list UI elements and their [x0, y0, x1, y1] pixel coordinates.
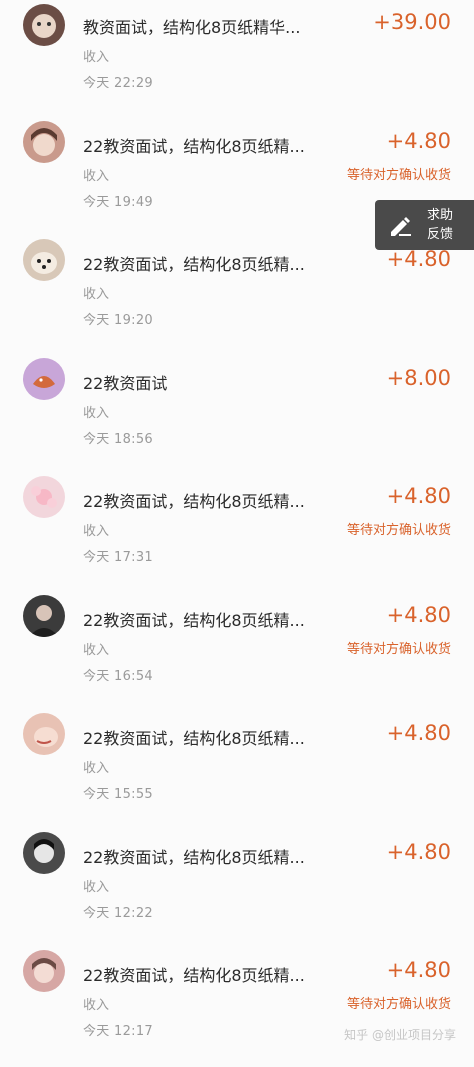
- help-feedback-line2: 反馈: [427, 227, 454, 242]
- avatar[interactable]: [23, 950, 65, 992]
- transaction-row[interactable]: 22教资面试，结构化8页纸精... 收入 今天 17:31 +4.80 等待对方…: [0, 474, 474, 593]
- avatar[interactable]: [23, 4, 65, 46]
- transaction-time: 今天 17:31: [83, 550, 153, 565]
- transaction-title: 22教资面试，结构化8页纸精...: [83, 255, 305, 274]
- transaction-row[interactable]: 教资面试，结构化8页纸精华... 收入 今天 22:29 +39.00: [0, 0, 474, 119]
- transaction-type: 收入: [83, 405, 110, 421]
- transaction-type: 收入: [83, 287, 110, 302]
- edit-pencil-icon: [387, 212, 415, 238]
- transaction-status: 等待对方确认收货: [346, 523, 451, 538]
- help-feedback-line1: 求助: [427, 208, 454, 223]
- transaction-type: 收入: [83, 168, 110, 184]
- help-feedback-label: 求助 反馈: [427, 206, 463, 244]
- transaction-row[interactable]: 22教资面试，结构化8页纸精... 收入 今天 12:17 +4.80 等待对方…: [0, 948, 474, 1067]
- transaction-time: 今天 19:49: [83, 194, 153, 210]
- transaction-row[interactable]: 22教资面试，结构化8页纸精... 收入 今天 19:20 +4.80: [0, 237, 474, 356]
- transaction-time: 今天 12:17: [83, 1024, 153, 1039]
- transaction-list: 教资面试，结构化8页纸精华... 收入 今天 22:29 +39.00 22教资…: [0, 0, 474, 1067]
- avatar[interactable]: [23, 594, 65, 637]
- transaction-type: 收入: [83, 50, 110, 65]
- transaction-time: 今天 15:55: [83, 787, 153, 802]
- transaction-title: 22教资面试，结构化8页纸精...: [83, 610, 305, 630]
- transaction-row[interactable]: 22教资面试 收入 今天 18:56 +8.00: [0, 356, 474, 475]
- transaction-amount: +39.00: [373, 10, 451, 34]
- transaction-time: 今天 18:56: [83, 431, 153, 447]
- transaction-time: 今天 12:22: [83, 905, 153, 921]
- transaction-type: 收入: [83, 642, 110, 658]
- help-feedback-button[interactable]: 求助 反馈: [375, 200, 474, 250]
- transaction-row[interactable]: 22教资面试，结构化8页纸精... 收入 今天 16:54 +4.80 等待对方…: [0, 593, 474, 712]
- transaction-amount: +8.00: [386, 365, 451, 390]
- transaction-title: 22教资面试，结构化8页纸精...: [83, 492, 305, 511]
- transaction-time: 今天 16:54: [83, 668, 153, 684]
- transaction-time: 今天 19:20: [83, 313, 153, 328]
- transaction-title: 教资面试，结构化8页纸精华...: [83, 18, 301, 37]
- transaction-title: 22教资面试，结构化8页纸精...: [83, 966, 305, 985]
- transaction-amount: +4.80: [386, 721, 451, 745]
- avatar[interactable]: [23, 120, 65, 163]
- transaction-row[interactable]: 22教资面试，结构化8页纸精... 收入 今天 15:55 +4.80: [0, 711, 474, 830]
- watermark: 知乎 @创业项目分享: [344, 1028, 456, 1042]
- avatar[interactable]: [23, 831, 65, 874]
- transaction-type: 收入: [83, 761, 110, 776]
- transaction-title: 22教资面试，结构化8页纸精...: [83, 847, 305, 867]
- transaction-amount: +4.80: [386, 602, 451, 627]
- transaction-title: 22教资面试: [83, 373, 168, 393]
- transaction-status: 等待对方确认收货: [346, 641, 451, 657]
- transaction-amount: +4.80: [386, 958, 451, 982]
- transaction-row[interactable]: 22教资面试，结构化8页纸精... 收入 今天 12:22 +4.80: [0, 830, 474, 949]
- avatar[interactable]: [23, 357, 65, 400]
- transaction-amount: +4.80: [386, 128, 451, 153]
- avatar[interactable]: [23, 476, 65, 518]
- avatar[interactable]: [23, 239, 65, 281]
- transaction-status: 等待对方确认收货: [346, 167, 451, 183]
- transaction-title: 22教资面试，结构化8页纸精...: [83, 729, 305, 748]
- transaction-status: 等待对方确认收货: [346, 997, 451, 1012]
- avatar[interactable]: [23, 713, 65, 755]
- transaction-amount: +4.80: [386, 247, 451, 271]
- transaction-amount: +4.80: [386, 484, 451, 508]
- transaction-amount: +4.80: [386, 839, 451, 864]
- transaction-type: 收入: [83, 879, 110, 895]
- transaction-type: 收入: [83, 524, 110, 539]
- transaction-title: 22教资面试，结构化8页纸精...: [83, 136, 305, 156]
- transaction-type: 收入: [83, 998, 110, 1013]
- transaction-time: 今天 22:29: [83, 76, 153, 91]
